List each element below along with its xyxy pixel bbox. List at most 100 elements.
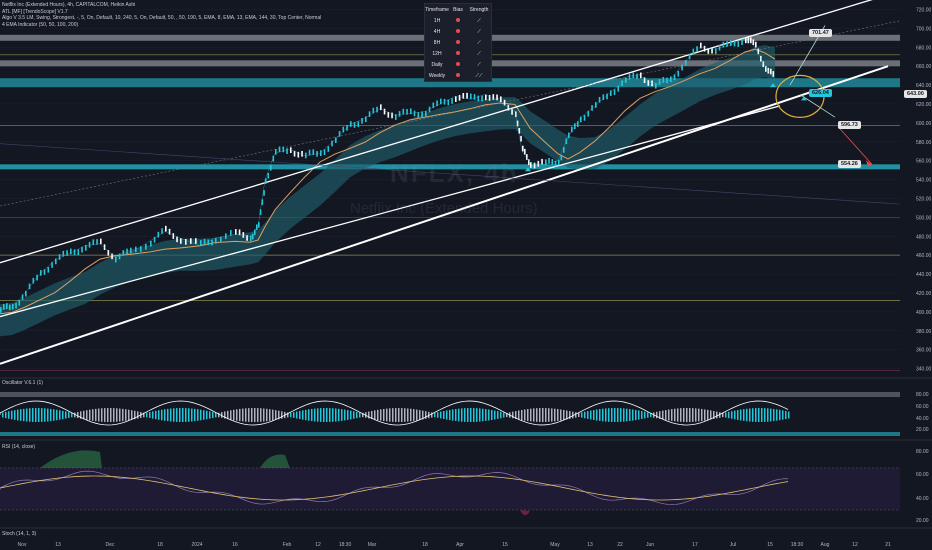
oscillator-bar: [212, 411, 214, 419]
oscillator-bar: [437, 412, 439, 418]
bias-row-label: 4H: [433, 28, 441, 35]
price-candle: [481, 95, 483, 102]
oscillator-bar: [479, 408, 481, 422]
oscillator-bar: [344, 409, 346, 421]
oscillator-bar: [500, 411, 502, 419]
price-candle: [383, 108, 386, 115]
oscillator-bar: [200, 409, 202, 421]
price-candle: [47, 266, 50, 273]
oscillator-bar: [641, 411, 643, 419]
oscillator-bar: [296, 411, 298, 419]
oscillator-bar: [782, 410, 784, 420]
rsi-tick-label: 40.00: [916, 496, 929, 502]
oscillator-bar: [359, 412, 361, 418]
indicator-line-3: 4 EMA Indicator (50, 50, 100, 200): [2, 21, 79, 28]
oscillator-bar: [185, 408, 187, 422]
price-candle: [696, 46, 698, 52]
price-candle: [522, 145, 524, 152]
price-candle: [755, 41, 757, 48]
y-tick-label: 640.00: [916, 83, 932, 89]
oscillator-bar: [503, 412, 505, 418]
oscillator-bar: [656, 411, 658, 419]
oscillator-bar: [65, 411, 67, 419]
price-candle: [473, 94, 476, 100]
oscillator-bar: [20, 409, 22, 421]
oscillator-bar: [716, 411, 718, 419]
bias-header-timeframe: Timeframe: [425, 6, 449, 13]
oscillator-bar: [194, 408, 196, 422]
y-tick-label: 500.00: [916, 215, 932, 221]
price-candle: [376, 106, 378, 113]
oscillator-bar: [374, 410, 376, 420]
oscillator-bar: [239, 408, 241, 422]
price-candle: [250, 235, 252, 242]
price-candle: [533, 162, 536, 169]
bias-dot-icon: [456, 28, 460, 33]
price-candle: [18, 299, 21, 306]
price-candle: [6, 303, 8, 309]
price-candle: [560, 154, 563, 161]
oscillator-bar: [755, 408, 757, 422]
oscillator-bar: [101, 408, 103, 422]
oscillator-bar: [446, 410, 448, 420]
oscillator-bar: [584, 411, 586, 419]
oscillator-bar: [203, 410, 205, 420]
oscillator-bar: [314, 408, 316, 422]
oscillator-bar: [329, 408, 331, 422]
oscillator-bar: [758, 408, 760, 422]
oscillator-bar: [167, 408, 169, 422]
price-candle: [220, 236, 222, 243]
price-candle: [733, 40, 736, 47]
oscillator-bar: [119, 408, 121, 422]
oscillator-bar: [554, 408, 556, 422]
oscillator-bar: [521, 409, 523, 421]
price-candle: [662, 77, 665, 83]
oscillator-bar: [122, 408, 124, 422]
price-candle: [455, 96, 457, 102]
oscillator-bar: [299, 410, 301, 420]
price-candle: [703, 45, 706, 52]
y-tick-label: 620.00: [916, 102, 932, 108]
oscillator-bar: [326, 408, 328, 422]
x-tick-label: 18:30: [791, 542, 804, 548]
oscillator-bar: [608, 408, 610, 422]
bias-row: 1H ⟋: [425, 15, 491, 26]
oscillator-bar: [17, 409, 19, 421]
oscillator-bar: [323, 408, 325, 422]
oscillator-bar: [125, 409, 127, 421]
oscillator-bar: [413, 409, 415, 421]
price-candle: [207, 239, 210, 246]
x-tick-label: Nov: [18, 542, 27, 548]
oscillator-bar: [596, 409, 598, 421]
oscillator-bar: [542, 408, 544, 422]
chart-canvas[interactable]: 720.00 700.00 680.00 660.00 640.00 620.00 600.…: [0, 0, 932, 550]
oscillator-bar: [752, 408, 754, 422]
price-candle: [238, 229, 241, 236]
oscillator-bar: [497, 411, 499, 419]
bias-header-strength: Strength: [469, 6, 489, 13]
oscillator-bar: [482, 408, 484, 422]
oscillator-bar: [620, 408, 622, 422]
x-tick-label: 18:30: [339, 542, 352, 548]
oscillator-bar: [686, 408, 688, 422]
oscillator-bar: [104, 408, 106, 422]
y-tick-label: 360.00: [916, 348, 932, 354]
price-candle: [211, 239, 213, 246]
oscillator-bar: [242, 408, 244, 422]
oscillator-bar: [77, 411, 79, 419]
oscillator-bar: [209, 411, 211, 419]
bias-dot-icon: [456, 61, 460, 66]
oscillator-bar: [605, 408, 607, 422]
oscillator-bar: [86, 410, 88, 420]
oscillator-bar: [665, 410, 667, 420]
bias-table-header: Timeframe Bias Strength: [425, 4, 491, 15]
oscillator-bar: [170, 408, 172, 422]
price-candle: [548, 157, 550, 164]
oscillator-bar: [263, 408, 265, 422]
rsi-band: [0, 468, 900, 510]
price-candle: [666, 77, 668, 84]
price-candle: [73, 249, 76, 256]
price-candle: [488, 94, 491, 101]
oscillator-bar: [107, 408, 109, 422]
oscillator-bar: [164, 409, 166, 421]
